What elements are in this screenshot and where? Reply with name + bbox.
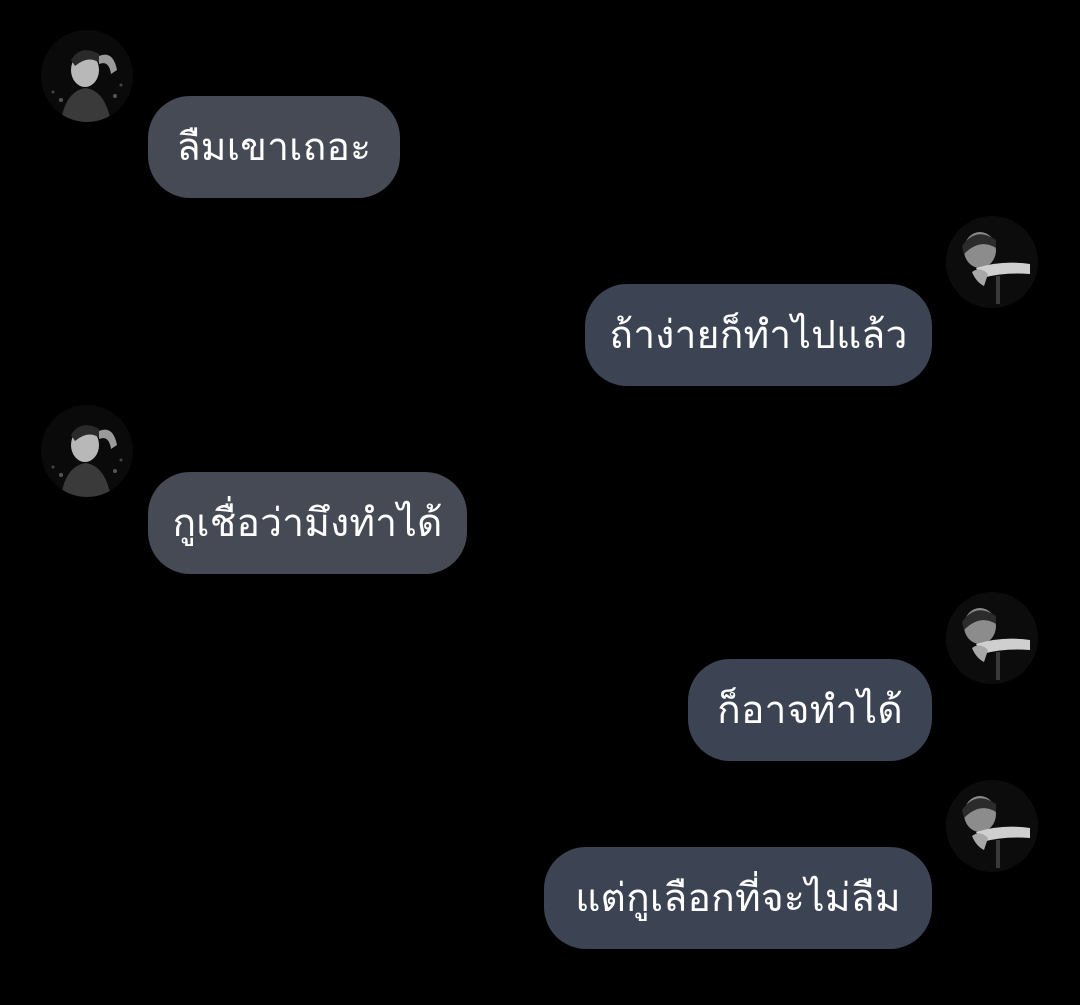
message-bubble-sent[interactable]: ถ้าง่ายก็ทำไปแล้ว [585, 284, 932, 386]
profile-avatar-icon [41, 30, 133, 122]
my-avatar[interactable] [946, 216, 1038, 308]
contact-avatar[interactable] [41, 30, 133, 122]
message-bubble-sent[interactable]: แต่กูเลือกที่จะไม่ลืม [544, 847, 932, 949]
message-text: ก็อาจทำได้ [717, 688, 903, 733]
profile-avatar-icon [946, 780, 1038, 872]
my-avatar[interactable] [946, 592, 1038, 684]
profile-avatar-icon [946, 592, 1038, 684]
message-text: แต่กูเลือกที่จะไม่ลืม [575, 876, 901, 921]
message-bubble-sent[interactable]: ก็อาจทำได้ [688, 659, 932, 761]
message-bubble-received[interactable]: กูเชื่อว่ามึงทำได้ [148, 472, 467, 574]
message-text: ลืมเขาเถอะ [176, 125, 372, 170]
message-text: ถ้าง่ายก็ทำไปแล้ว [609, 313, 908, 358]
my-avatar[interactable] [946, 780, 1038, 872]
profile-avatar-icon [946, 216, 1038, 308]
message-text: กูเชื่อว่ามึงทำได้ [172, 501, 443, 546]
contact-avatar[interactable] [41, 405, 133, 497]
message-bubble-received[interactable]: ลืมเขาเถอะ [148, 96, 400, 198]
profile-avatar-icon [41, 405, 133, 497]
